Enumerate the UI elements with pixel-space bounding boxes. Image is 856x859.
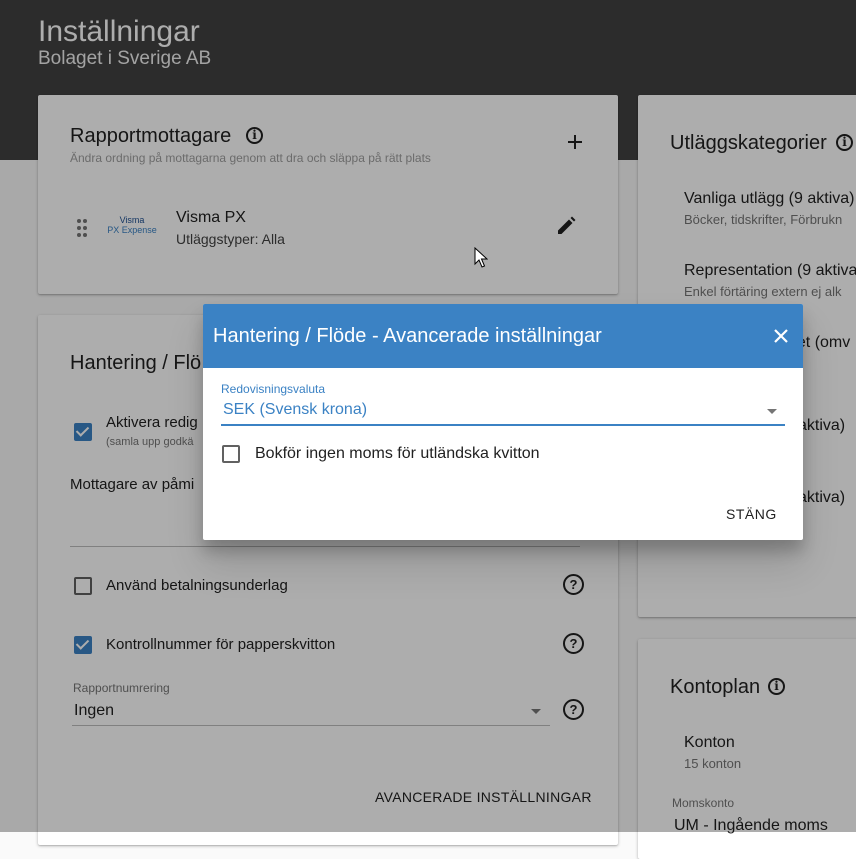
dialog-title: Hantering / Flöde - Avancerade inställni… <box>213 325 602 347</box>
advanced-settings-dialog: Hantering / Flöde - Avancerade inställni… <box>203 304 803 540</box>
currency-value: SEK (Svensk krona) <box>223 401 368 418</box>
dialog-header: Hantering / Flöde - Avancerade inställni… <box>203 304 803 368</box>
no-vat-foreign-label: Bokför ingen moms för utländska kvitton <box>255 445 540 462</box>
mouse-cursor-icon <box>474 247 488 268</box>
close-icon[interactable] <box>774 329 788 343</box>
close-dialog-button[interactable]: STÄNG <box>726 506 777 522</box>
no-vat-foreign-checkbox[interactable] <box>222 445 240 463</box>
chevron-down-icon <box>767 409 777 414</box>
currency-select[interactable]: SEK (Svensk krona) <box>221 398 785 426</box>
currency-label: Redovisningsvaluta <box>221 382 326 396</box>
